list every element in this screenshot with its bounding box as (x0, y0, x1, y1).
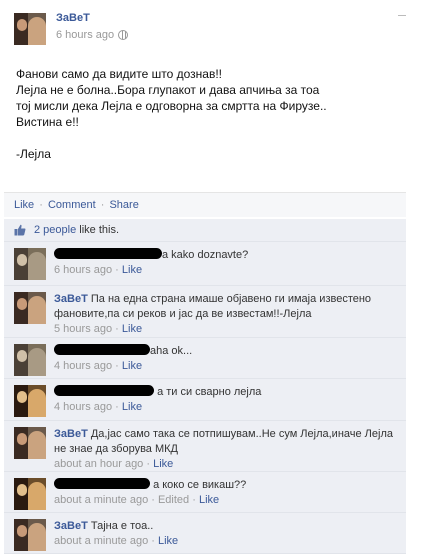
share-link[interactable]: Share (109, 199, 138, 211)
post-body: Фанови само да видите што дознав!! Лејла… (16, 66, 416, 162)
post-timestamp-line: 6 hours ago (56, 29, 129, 41)
separator: · (100, 199, 105, 211)
comment-text: a kako doznavte? (162, 249, 249, 261)
commenter-avatar[interactable] (14, 248, 46, 280)
comment-timestamp[interactable]: about a minute ago (54, 535, 148, 547)
post-author-link[interactable]: ЗаВеТ (56, 12, 90, 24)
post-line: Лејла не е болна..Бора глупакот и дава а… (16, 83, 320, 97)
comment-item: ЗаВеТ Тајна е тоа.. about a minute ago ·… (4, 513, 406, 554)
hide-post-icon[interactable] (398, 15, 406, 16)
redacted-name (54, 248, 162, 259)
post-line: -Лејла (16, 147, 51, 161)
comment-item: aha ok... 4 hours ago · Like (4, 338, 406, 379)
redacted-name (54, 478, 150, 489)
comment-text: Да,јас само така се потпишувам..Не сум Л… (54, 428, 393, 455)
commenter-avatar[interactable] (14, 519, 46, 551)
comment-timestamp[interactable]: 4 hours ago (54, 401, 112, 413)
like-post-link[interactable]: Like (14, 199, 34, 211)
commenter-avatar[interactable] (14, 427, 46, 459)
comment-item: а коко се викаш?? about a minute ago · E… (4, 472, 406, 513)
likes-text: 2 people like this. (34, 224, 119, 236)
likes-rest: like this. (76, 224, 120, 236)
comment-like-link[interactable]: Like (122, 401, 142, 413)
author-avatar[interactable] (14, 13, 46, 45)
redacted-name (54, 385, 154, 396)
comment-text: Тајна е тоа.. (90, 520, 154, 532)
commenter-name-link[interactable]: ЗаВеТ (54, 293, 88, 305)
commenter-avatar[interactable] (14, 344, 46, 376)
comment-like-link[interactable]: Like (158, 535, 178, 547)
comment-text: а коко се викаш?? (153, 479, 247, 491)
commenter-avatar[interactable] (14, 385, 46, 417)
post-line: тој мисли дека Лејла е одговорна за смрт… (16, 99, 327, 113)
comment-like-link[interactable]: Like (122, 360, 142, 372)
likes-people-link[interactable]: 2 people (34, 224, 76, 236)
comment-like-link[interactable]: Like (122, 323, 142, 335)
thumbs-up-icon (14, 224, 26, 236)
comment-timestamp[interactable]: about an hour ago (54, 458, 143, 470)
comment-item: а ти си сварно лејла 4 hours ago · Like (4, 379, 406, 421)
commenter-avatar[interactable] (14, 478, 46, 510)
comment-item: ЗаВеТ Да,јас само така се потпишувам..Не… (4, 421, 406, 472)
comment-like-link[interactable]: Like (153, 458, 173, 470)
post-line (16, 130, 416, 146)
globe-icon[interactable] (118, 30, 129, 40)
comment-like-link[interactable]: Like (122, 264, 142, 276)
comment-text: а ти си сварно лејла (157, 386, 262, 398)
comment-text: Па на една страна имаше објавено ги имај… (54, 293, 372, 320)
comment-item: a kako doznavte? 6 hours ago · Like (4, 242, 406, 286)
separator: · (39, 199, 43, 211)
redacted-name (54, 344, 150, 355)
post-line: Фанови само да видите што дознав!! (16, 67, 222, 81)
comment-timestamp[interactable]: 5 hours ago (54, 323, 112, 335)
edited-label[interactable]: Edited (158, 494, 189, 506)
commenter-name-link[interactable]: ЗаВеТ (54, 428, 88, 440)
post-line: Вистина е!! (16, 115, 79, 129)
post-actions-bar: Like · Comment · Share (4, 192, 406, 217)
comment-timestamp[interactable]: about a minute ago (54, 494, 148, 506)
post-timestamp[interactable]: 6 hours ago (56, 29, 114, 41)
commenter-name-link[interactable]: ЗаВеТ (54, 520, 88, 532)
comment-like-link[interactable]: Like (199, 494, 219, 506)
comment-text: aha ok... (150, 345, 193, 357)
comment-item: ЗаВеТ Па на една страна имаше објавено г… (4, 286, 406, 338)
comment-link[interactable]: Comment (48, 199, 96, 211)
commenter-avatar[interactable] (14, 292, 46, 324)
likes-summary: 2 people like this. (4, 219, 406, 242)
comment-timestamp[interactable]: 4 hours ago (54, 360, 112, 372)
post-header: ЗаВеТ 6 hours ago (14, 11, 414, 47)
comment-timestamp[interactable]: 6 hours ago (54, 264, 112, 276)
